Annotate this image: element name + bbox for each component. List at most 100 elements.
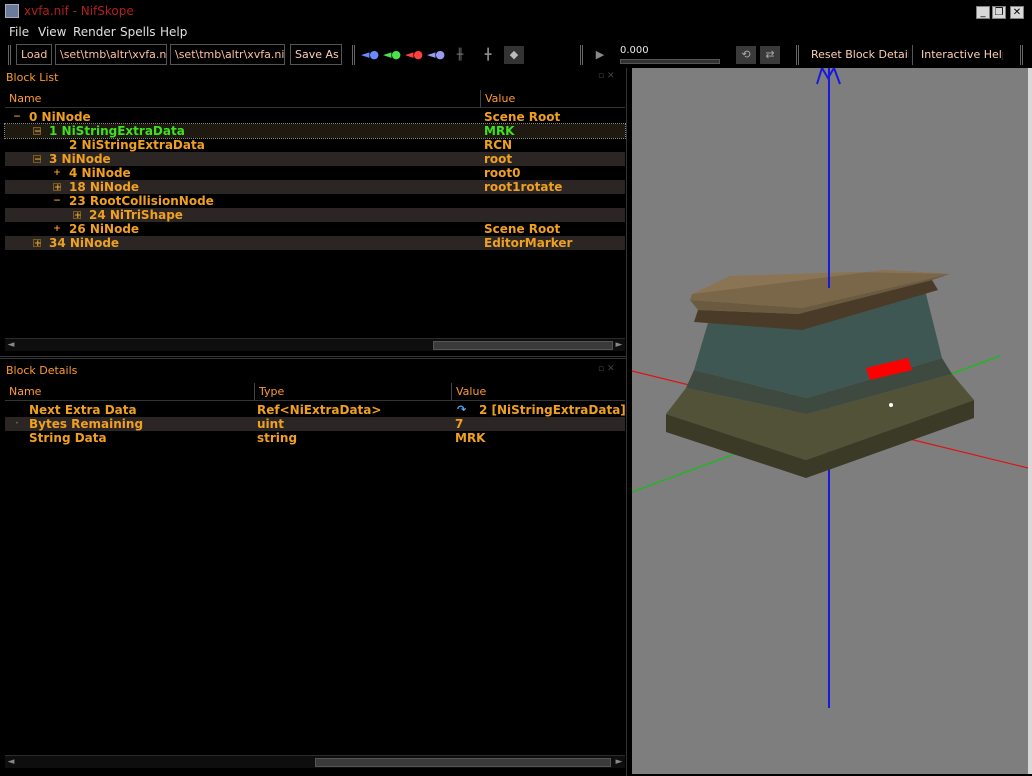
detail-value[interactable]: MRK — [455, 431, 485, 445]
expand-toggle[interactable]: + — [53, 169, 61, 178]
view-side-icon[interactable]: ◄● — [382, 46, 402, 64]
column-header-name[interactable]: Name — [5, 383, 255, 401]
tree-row-value: root0 — [484, 166, 521, 180]
load-path-field[interactable]: \set\tmb\altr\xvfa.nif — [55, 44, 167, 65]
toolbar-separator — [912, 45, 913, 65]
interactive-help-button[interactable]: Interactive Help — [916, 44, 1004, 65]
toolbar-grip-tools[interactable] — [796, 45, 799, 65]
window-title: xvfa.nif - NifSkope — [24, 4, 134, 18]
save-as-button[interactable]: Save As — [290, 44, 342, 65]
close-button[interactable]: ✕ — [1010, 6, 1024, 19]
detail-name: String Data — [29, 431, 107, 445]
column-header-type[interactable]: Type — [255, 383, 452, 401]
menu-view[interactable]: View — [38, 25, 66, 39]
detail-value[interactable]: 2 [NiStringExtraData] — [479, 403, 626, 417]
tree-row[interactable]: + 4 NiNode root0 — [5, 166, 625, 180]
save-path-field[interactable]: \set\tmb\altr\xvfa.nif — [170, 44, 285, 65]
light-icon[interactable]: ╋ — [478, 46, 498, 64]
block-details-title: Block Details — [6, 364, 78, 377]
block-list-tree: Name Value − 0 NiNode Scene Root − 1 NiS… — [4, 90, 626, 340]
toolbar-grip-anim[interactable] — [580, 45, 583, 65]
detail-type: string — [257, 431, 298, 445]
tree-line-icon: · — [15, 419, 19, 429]
collapse-toggle[interactable]: − — [53, 197, 61, 206]
menu-spells[interactable]: Spells — [120, 25, 156, 39]
block-list-hscrollbar[interactable]: ◄ ► — [5, 338, 625, 351]
tree-row-name: 3 NiNode — [49, 152, 111, 166]
tree-row[interactable]: + 18 NiNode root1rotate — [5, 180, 625, 194]
collapse-toggle[interactable]: − — [33, 155, 42, 165]
scroll-right-arrow[interactable]: ► — [613, 756, 625, 768]
axes-icon[interactable]: ╫ — [450, 46, 470, 64]
scroll-left-arrow[interactable]: ◄ — [5, 339, 17, 351]
load-button[interactable]: Load — [16, 44, 52, 65]
play-icon[interactable]: ▶ — [590, 46, 610, 64]
menu-file[interactable]: File — [9, 25, 29, 39]
title-bar: xvfa.nif - NifSkope _ ❐ ✕ — [0, 0, 1032, 23]
anim-switch-icon[interactable]: ⇄ — [760, 46, 780, 64]
3d-viewport[interactable] — [632, 68, 1028, 774]
tree-row-value: root1rotate — [484, 180, 563, 194]
app-icon — [5, 4, 19, 18]
detail-value[interactable]: 7 — [455, 417, 463, 431]
block-list-title: Block List — [6, 71, 59, 84]
tree-row-name: 2 NiStringExtraData — [69, 138, 205, 152]
anim-loop-icon[interactable]: ⟲ — [736, 46, 756, 64]
block-details-table: Name Type Value Next Extra Data Ref<NiEx… — [5, 383, 626, 753]
tree-row[interactable]: − 3 NiNode root — [5, 152, 625, 166]
column-header-name[interactable]: Name — [5, 90, 481, 108]
tree-row[interactable]: + 24 NiTriShape — [5, 208, 625, 222]
tree-row[interactable]: − 0 NiNode Scene Root — [5, 110, 625, 124]
column-header-value[interactable]: Value — [481, 90, 625, 108]
restore-button[interactable]: ❐ — [992, 6, 1006, 19]
scroll-thumb[interactable] — [315, 758, 611, 767]
viewport-right-edge — [1028, 68, 1032, 774]
expand-toggle[interactable]: + — [33, 239, 42, 249]
scroll-left-arrow[interactable]: ◄ — [5, 756, 17, 768]
detail-type: Ref<NiExtraData> — [257, 403, 382, 417]
tree-row-name: 4 NiNode — [69, 166, 131, 180]
reset-block-details-button[interactable]: Reset Block Details — [806, 44, 910, 65]
pane-splitter[interactable] — [0, 356, 626, 359]
toolbar-grip-view[interactable] — [352, 45, 355, 65]
menu-bar: File View Render Spells Help — [0, 23, 1032, 42]
expand-toggle[interactable]: + — [73, 211, 82, 221]
collapse-toggle[interactable]: − — [33, 127, 42, 137]
block-details-hscrollbar[interactable]: ◄ ► — [5, 755, 625, 768]
scene-pivot-point — [889, 403, 893, 407]
menu-help[interactable]: Help — [160, 25, 187, 39]
block-details-dock-buttons[interactable]: ▫ ✕ — [598, 364, 615, 374]
view-front-icon[interactable]: ◄● — [360, 46, 380, 64]
tree-row-value: Scene Root — [484, 110, 561, 124]
tree-row-name: 24 NiTriShape — [89, 208, 183, 222]
tree-row[interactable]: + 34 NiNode EditorMarker — [5, 236, 625, 250]
tree-row[interactable]: 2 NiStringExtraData RCN — [5, 138, 625, 152]
table-row[interactable]: Next Extra Data Ref<NiExtraData> ↷ 2 [Ni… — [5, 403, 626, 417]
table-row[interactable]: · Bytes Remaining uint 7 — [5, 417, 625, 431]
toolbar-grip[interactable] — [8, 45, 11, 65]
minimize-button[interactable]: _ — [976, 6, 990, 19]
scroll-right-arrow[interactable]: ► — [613, 339, 625, 351]
collapse-toggle[interactable]: − — [13, 113, 21, 122]
link-arrow-icon[interactable]: ↷ — [457, 403, 466, 417]
view-user-icon[interactable]: ◄● — [426, 46, 446, 64]
menu-render[interactable]: Render — [73, 25, 116, 39]
tree-row-name: 34 NiNode — [49, 236, 120, 250]
tree-row-name: 26 NiNode — [69, 222, 140, 236]
view-top-icon[interactable]: ◄● — [404, 46, 424, 64]
tree-row-value: RCN — [484, 138, 513, 152]
tree-row[interactable]: − 23 RootCollisionNode — [5, 194, 625, 208]
toolbar-grip-end[interactable] — [1020, 45, 1023, 65]
tree-row[interactable]: + 26 NiNode Scene Root — [5, 222, 625, 236]
scene-render[interactable] — [632, 68, 1028, 774]
walk-icon[interactable]: ◆ — [504, 46, 524, 64]
expand-toggle[interactable]: + — [53, 183, 62, 193]
block-list-dock-buttons[interactable]: ▫ ✕ — [598, 71, 615, 81]
expand-toggle[interactable]: + — [53, 225, 61, 234]
scroll-thumb[interactable] — [433, 341, 613, 350]
tree-row-selected[interactable]: − 1 NiStringExtraData MRK — [4, 123, 626, 139]
tree-row-value: Scene Root — [484, 222, 561, 236]
table-row[interactable]: String Data string MRK — [5, 431, 625, 445]
column-header-value[interactable]: Value — [452, 383, 625, 401]
anim-time-slider[interactable] — [620, 59, 720, 64]
